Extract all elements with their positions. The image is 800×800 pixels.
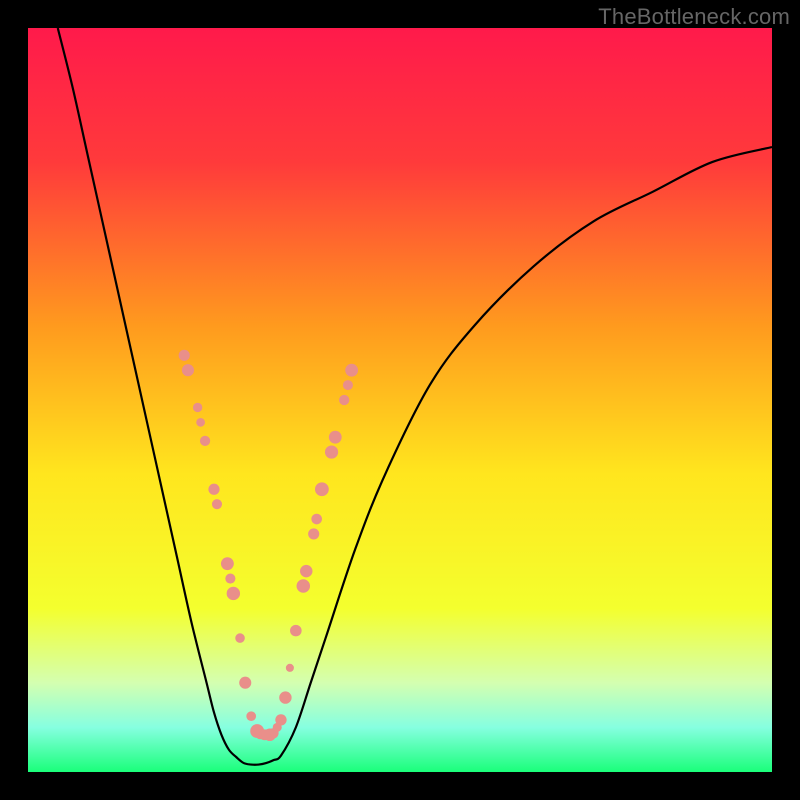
data-point xyxy=(275,714,286,725)
data-point xyxy=(279,691,291,703)
data-point xyxy=(212,499,222,509)
data-point xyxy=(329,431,342,444)
data-point xyxy=(290,625,302,637)
data-point xyxy=(208,484,219,495)
data-point xyxy=(300,565,312,577)
data-point xyxy=(196,418,205,427)
chart-frame xyxy=(28,28,772,772)
data-point xyxy=(227,587,240,600)
data-point xyxy=(297,579,311,593)
data-point xyxy=(308,528,319,539)
bottleneck-chart xyxy=(28,28,772,772)
data-point xyxy=(193,403,202,412)
data-point xyxy=(311,514,322,525)
data-point xyxy=(179,350,190,361)
data-point xyxy=(325,445,338,458)
data-point xyxy=(239,677,251,689)
data-point xyxy=(221,557,234,570)
data-point xyxy=(339,395,349,405)
chart-background xyxy=(28,28,772,772)
data-point xyxy=(343,380,353,390)
data-point xyxy=(200,436,210,446)
data-point xyxy=(235,633,245,643)
data-point xyxy=(315,482,329,496)
data-point xyxy=(246,711,256,721)
data-point xyxy=(345,364,358,377)
watermark-text: TheBottleneck.com xyxy=(598,4,790,30)
data-point xyxy=(182,364,194,376)
data-point xyxy=(225,573,235,583)
data-point xyxy=(286,664,294,672)
